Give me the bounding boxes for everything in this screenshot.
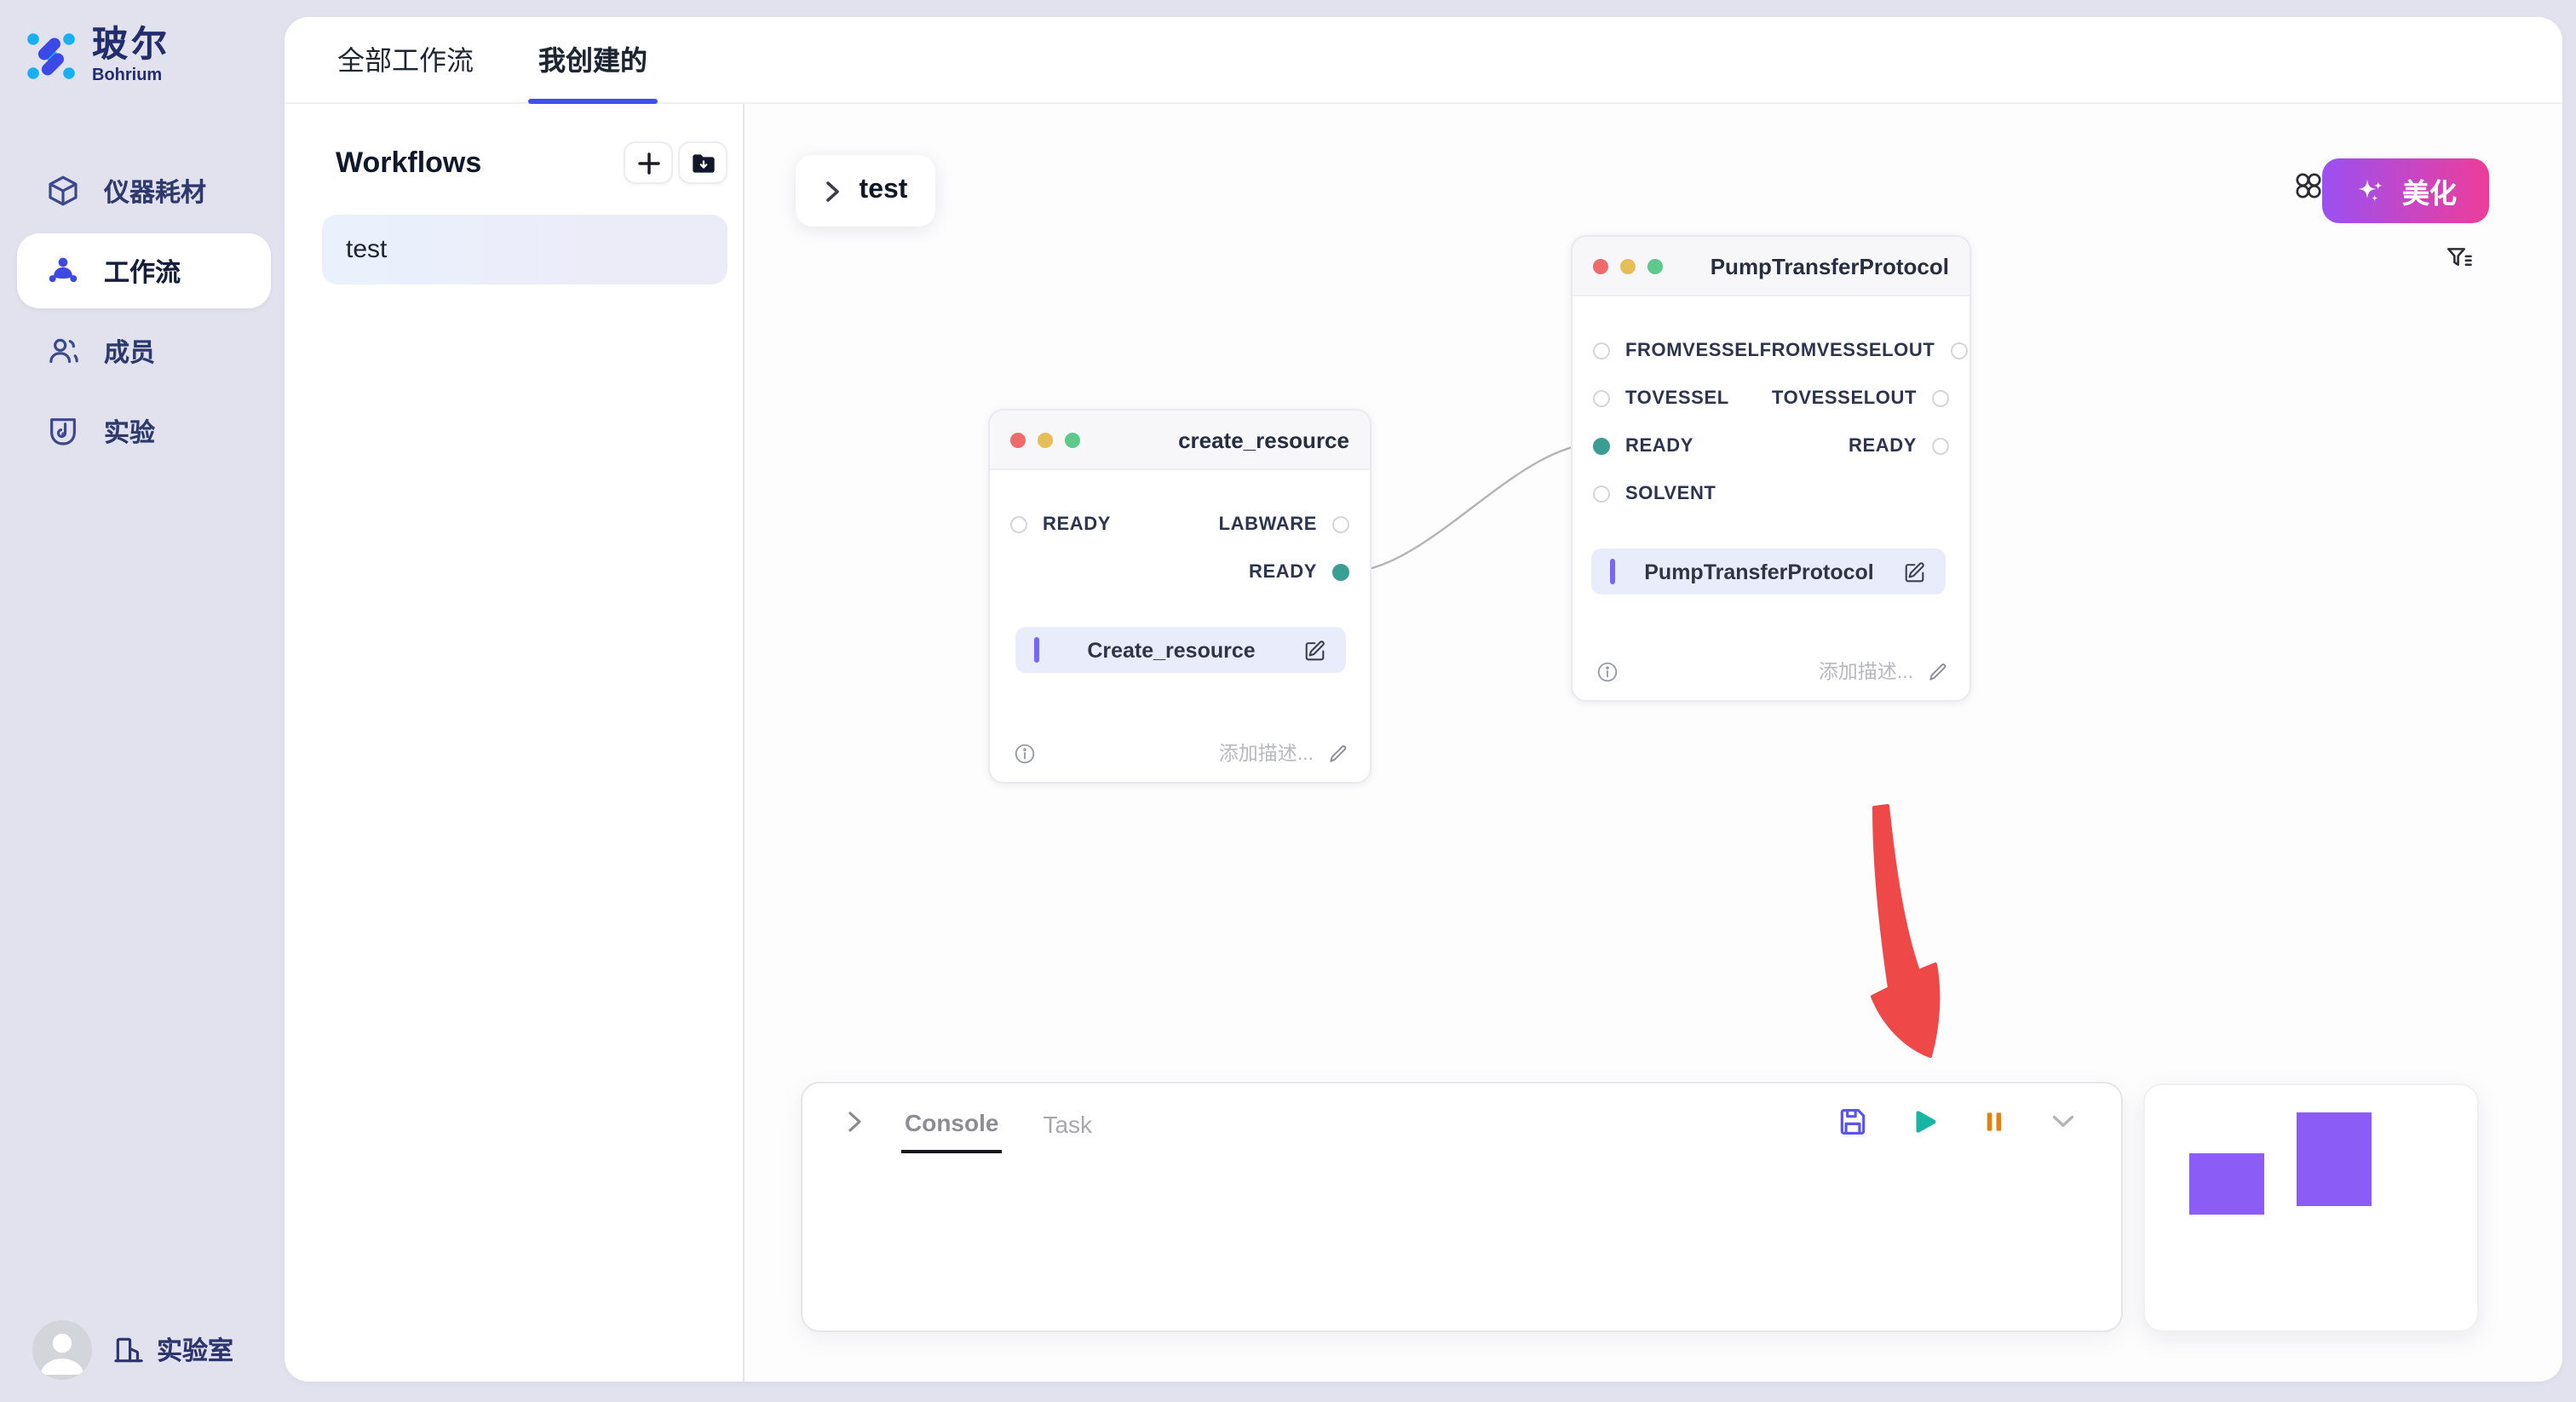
brand-logo[interactable]: 玻尔 Bohrium <box>0 0 285 85</box>
port-dot[interactable] <box>1593 486 1610 503</box>
node-action-pill[interactable]: Create_resource <box>1015 627 1346 673</box>
layout-grid-icon[interactable] <box>2293 170 2324 201</box>
minimap-node <box>2297 1112 2372 1206</box>
node-pump-transfer-protocol[interactable]: PumpTransferProtocol FROMVESSEL FROMVESS… <box>1571 235 1971 702</box>
pencil-icon[interactable] <box>1327 742 1349 764</box>
traffic-dot-yellow[interactable] <box>1038 432 1053 447</box>
info-icon[interactable] <box>1014 742 1036 764</box>
sidebar-item-label: 工作流 <box>104 253 181 289</box>
output-port-fromvesselout[interactable]: FROMVESSELOUT <box>1760 341 1968 361</box>
pencil-icon[interactable] <box>1927 660 1949 682</box>
traffic-dot-red[interactable] <box>1010 432 1026 447</box>
input-port-ready[interactable]: READY <box>1593 436 1693 457</box>
sidebar-item-experiments[interactable]: 实验 <box>17 394 271 468</box>
port-dot-connected[interactable] <box>1332 564 1349 581</box>
output-port-ready[interactable]: READY <box>1849 436 1949 457</box>
console-tab[interactable]: Console <box>901 1089 1002 1153</box>
node-title: create_resource <box>1178 427 1349 452</box>
save-icon[interactable] <box>1837 1105 1869 1137</box>
brand-text: 玻尔 Bohrium <box>92 27 170 85</box>
sidebar: 玻尔 Bohrium 仪器耗材 <box>0 0 285 1402</box>
workflow-list-item[interactable]: test <box>322 215 727 284</box>
output-port-labware[interactable]: LABWARE <box>1219 514 1349 535</box>
edit-icon[interactable] <box>1303 638 1327 662</box>
tab-created-by-me[interactable]: 我创建的 <box>538 37 647 102</box>
breadcrumb[interactable]: test <box>796 155 935 227</box>
port-dot[interactable] <box>1010 516 1027 533</box>
avatar[interactable] <box>32 1320 92 1380</box>
minimap-node <box>2189 1153 2264 1215</box>
import-folder-button[interactable] <box>678 141 727 184</box>
workflow-icon <box>46 254 80 288</box>
traffic-dot-green[interactable] <box>1065 432 1080 447</box>
node-title: PumpTransferProtocol <box>1711 253 1949 279</box>
info-icon[interactable] <box>1596 660 1619 682</box>
account-row[interactable]: 实验室 <box>0 1320 285 1380</box>
bohrium-logo-icon <box>26 31 77 82</box>
chevron-right-icon <box>824 180 842 202</box>
port-dot-connected[interactable] <box>1593 438 1610 455</box>
sidebar-item-label: 实验 <box>104 413 155 449</box>
filter-icon[interactable] <box>2445 244 2474 273</box>
traffic-dot-green[interactable] <box>1647 258 1663 273</box>
main-container: 全部工作流 我创建的 Workflows <box>285 17 2562 1382</box>
beautify-label: 美化 <box>2402 170 2457 211</box>
input-port-fromvessel[interactable]: FROMVESSEL <box>1593 341 1760 361</box>
annotation-arrow <box>1857 794 1951 1075</box>
port-dot[interactable] <box>1593 390 1610 407</box>
description-placeholder[interactable]: 添加描述... <box>1219 739 1314 767</box>
sidebar-nav: 仪器耗材 工作流 <box>0 153 285 468</box>
edit-icon[interactable] <box>1903 560 1927 583</box>
input-port-solvent[interactable]: SOLVENT <box>1593 484 1716 504</box>
tabbar: 全部工作流 我创建的 <box>285 17 2562 104</box>
node-header: create_resource <box>990 411 1370 470</box>
console-panel: Console Task <box>801 1082 2123 1332</box>
run-icon[interactable] <box>1908 1105 1941 1137</box>
description-placeholder[interactable]: 添加描述... <box>1819 658 1913 685</box>
sidebar-item-label: 成员 <box>104 333 155 369</box>
app-root: 玻尔 Bohrium 仪器耗材 <box>0 0 2576 1402</box>
port-dot[interactable] <box>1932 390 1949 407</box>
beautify-button[interactable]: 美化 <box>2322 158 2489 223</box>
console-output[interactable] <box>802 1158 2121 1330</box>
lab-building-icon <box>112 1334 145 1366</box>
sparkles-icon <box>2355 175 2387 207</box>
panel-title: Workflows <box>336 146 481 180</box>
task-tab[interactable]: Task <box>1039 1090 1095 1152</box>
minimap[interactable] <box>2143 1083 2479 1332</box>
output-port-ready[interactable]: READY <box>1249 562 1349 583</box>
brand-subtitle: Bohrium <box>92 66 170 85</box>
node-create-resource[interactable]: create_resource READY LABWARE <box>988 409 1371 784</box>
port-dot[interactable] <box>1593 342 1610 359</box>
sidebar-item-members[interactable]: 成员 <box>17 313 271 388</box>
port-dot[interactable] <box>1932 438 1949 455</box>
members-icon <box>46 334 80 368</box>
pause-icon[interactable] <box>1980 1106 2009 1135</box>
box-icon <box>46 174 80 208</box>
traffic-dot-yellow[interactable] <box>1620 258 1636 273</box>
sidebar-item-instruments[interactable]: 仪器耗材 <box>17 153 271 228</box>
workflow-panel: Workflows <box>285 104 745 1382</box>
input-port-tovessel[interactable]: TOVESSEL <box>1593 388 1729 409</box>
tab-all-workflows[interactable]: 全部工作流 <box>337 37 474 102</box>
port-dot[interactable] <box>1332 516 1349 533</box>
port-dot[interactable] <box>1950 342 1967 359</box>
workflow-name: test <box>346 235 387 264</box>
input-port-ready[interactable]: READY <box>1010 514 1111 535</box>
add-workflow-button[interactable] <box>624 141 673 184</box>
collapse-chevron-icon[interactable] <box>845 1110 864 1132</box>
node-action-pill[interactable]: PumpTransferProtocol <box>1591 549 1946 595</box>
brand-name: 玻尔 <box>92 27 170 65</box>
experiment-icon <box>46 414 80 448</box>
workflow-canvas[interactable]: test <box>745 104 2562 1382</box>
sidebar-item-workflow[interactable]: 工作流 <box>17 233 271 308</box>
traffic-dot-red[interactable] <box>1593 258 1608 273</box>
chevron-down-icon[interactable] <box>2048 1106 2079 1136</box>
breadcrumb-label: test <box>860 175 908 206</box>
account-label: 实验室 <box>157 1332 233 1368</box>
sidebar-item-label: 仪器耗材 <box>104 173 206 209</box>
node-header: PumpTransferProtocol <box>1573 237 1969 296</box>
output-port-tovesselout[interactable]: TOVESSELOUT <box>1772 388 1949 409</box>
